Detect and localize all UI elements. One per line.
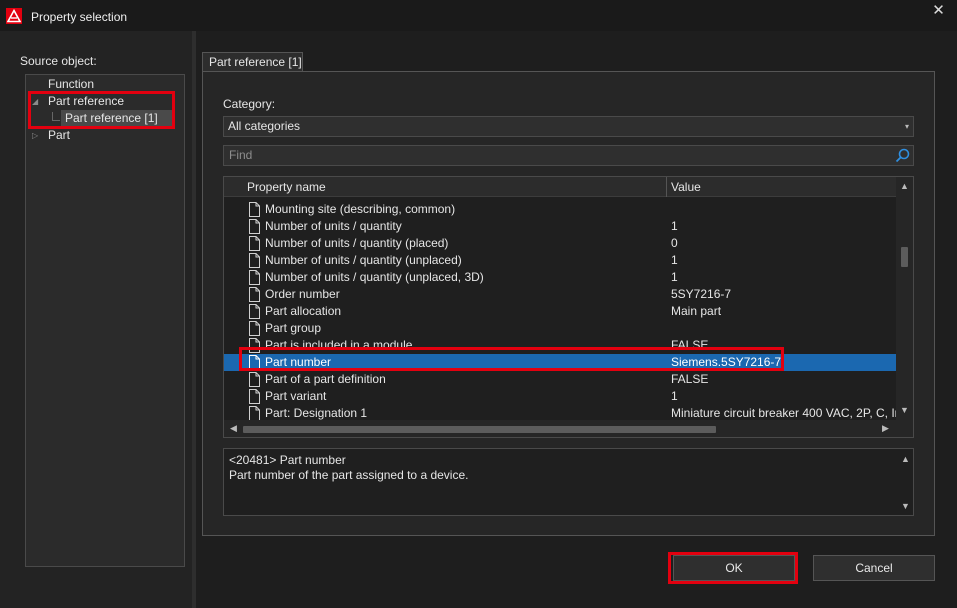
property-name: Part group	[265, 321, 322, 335]
find-placeholder: Find	[229, 148, 253, 162]
source-panel: Source object: Function ◢ Part reference…	[0, 31, 192, 608]
property-value: FALSE	[671, 338, 709, 352]
category-label: Category:	[223, 97, 276, 111]
description-text: Part number of the part assigned to a de…	[229, 468, 469, 482]
property-description: <20481> Part number Part number of the p…	[223, 448, 914, 516]
property-name: Number of units / quantity (unplaced, 3D…	[265, 270, 484, 284]
document-icon	[249, 321, 260, 336]
document-icon	[249, 338, 260, 353]
property-name: Number of units / quantity (placed)	[265, 236, 449, 250]
property-name: Number of units / quantity	[265, 219, 402, 233]
property-name: Part variant	[265, 389, 327, 403]
table-row[interactable]: Number of units / quantity (unplaced) 1	[224, 252, 896, 269]
scroll-up-icon[interactable]: ▲	[901, 454, 910, 464]
document-icon	[249, 202, 260, 217]
table-row[interactable]: Part of a part definition FALSE	[224, 371, 896, 388]
table-row[interactable]: Part is included in a module FALSE	[224, 337, 896, 354]
category-dropdown[interactable]: All categories ▾	[223, 116, 914, 137]
tree-item-part[interactable]: Part	[48, 127, 70, 144]
document-icon	[249, 253, 260, 268]
chevron-down-icon[interactable]: ▾	[905, 117, 909, 136]
table-row[interactable]: Part number Siemens.5SY7216-7	[224, 354, 896, 371]
property-name: Part: Designation 1	[265, 406, 368, 420]
ok-button[interactable]: OK	[673, 555, 795, 581]
property-value: 1	[671, 389, 678, 403]
table-row[interactable]: Order number 5SY7216-7	[224, 286, 896, 303]
tree-item-label: Function	[48, 77, 95, 91]
column-header-value[interactable]: Value	[671, 180, 701, 194]
grid-header: Property name Value	[224, 177, 896, 197]
property-value: Miniature circuit breaker 400 VAC, 2P, C…	[671, 406, 896, 420]
document-icon	[249, 287, 260, 302]
property-value: FALSE	[671, 372, 709, 386]
document-icon	[249, 270, 260, 285]
document-icon	[249, 406, 260, 420]
vertical-scrollbar[interactable]: ▲ ▼	[896, 177, 913, 420]
property-grid[interactable]: Property name Value Mounting site (descr…	[223, 176, 914, 438]
horizontal-scrollbar[interactable]: ◀ ▶	[224, 420, 913, 437]
property-name: Mounting site (describing, common)	[265, 202, 456, 216]
property-name: Order number	[265, 287, 340, 301]
document-icon	[249, 355, 260, 370]
title-bar: Property selection ✕	[0, 0, 957, 31]
table-row[interactable]: Number of units / quantity (unplaced, 3D…	[224, 269, 896, 286]
tree-item-label: Part reference	[48, 94, 125, 108]
scroll-down-icon[interactable]: ▼	[901, 501, 910, 511]
scroll-down-icon[interactable]: ▼	[900, 405, 909, 415]
source-tree[interactable]: Function ◢ Part reference Part reference…	[25, 74, 185, 567]
tab-part-reference-1[interactable]: Part reference [1]	[202, 52, 303, 72]
collapse-arrow-icon[interactable]: ◢	[32, 97, 38, 106]
document-icon	[249, 219, 260, 234]
app-logo-icon	[6, 8, 22, 24]
property-value: Siemens.5SY7216-7	[671, 355, 782, 369]
grid-rows: Mounting site (describing, common) Number…	[224, 197, 896, 420]
property-value: 1	[671, 219, 678, 233]
property-value: Main part	[671, 304, 722, 318]
property-name: Part number	[265, 355, 332, 369]
tree-item-function[interactable]: Function	[48, 76, 94, 93]
window-title: Property selection	[31, 10, 128, 24]
source-object-label: Source object:	[20, 54, 97, 68]
document-icon	[249, 236, 260, 251]
property-name: Part allocation	[265, 304, 342, 318]
scroll-left-icon[interactable]: ◀	[230, 423, 237, 434]
scroll-thumb[interactable]	[243, 426, 716, 433]
search-icon[interactable]	[895, 148, 910, 163]
scroll-up-icon[interactable]: ▲	[900, 181, 909, 191]
property-name: Part of a part definition	[265, 372, 386, 386]
property-value: 1	[671, 253, 678, 267]
description-title: <20481> Part number	[229, 453, 346, 467]
scroll-thumb[interactable]	[901, 247, 908, 267]
column-header-property-name[interactable]: Property name	[247, 180, 326, 194]
column-separator[interactable]	[666, 177, 667, 197]
table-row[interactable]: Part allocation Main part	[224, 303, 896, 320]
category-value: All categories	[228, 119, 301, 133]
document-icon	[249, 304, 260, 319]
table-row[interactable]: Part group	[224, 320, 896, 337]
expand-arrow-icon[interactable]: ▷	[32, 131, 38, 140]
document-icon	[249, 389, 260, 404]
table-row[interactable]: Mounting site (describing, common)	[224, 201, 896, 218]
table-row[interactable]: Part: Designation 1 Miniature circuit bre…	[224, 405, 896, 420]
property-name: Part is included in a module	[265, 338, 413, 352]
tree-connector	[52, 112, 60, 121]
cancel-button[interactable]: Cancel	[813, 555, 935, 581]
table-row[interactable]: Part variant 1	[224, 388, 896, 405]
tree-item-part-reference[interactable]: Part reference	[48, 93, 124, 110]
property-value: 0	[671, 236, 678, 250]
property-value: 5SY7216-7	[671, 287, 732, 301]
document-icon	[249, 372, 260, 387]
tree-item-label: Part	[48, 128, 71, 142]
property-value: 1	[671, 270, 678, 284]
find-input[interactable]: Find	[223, 145, 914, 166]
tree-item-part-reference-1[interactable]: Part reference [1]	[61, 110, 173, 127]
property-name: Number of units / quantity (unplaced)	[265, 253, 462, 267]
scroll-right-icon[interactable]: ▶	[882, 423, 889, 434]
table-row[interactable]: Number of units / quantity (placed) 0	[224, 235, 896, 252]
table-row[interactable]: Number of units / quantity 1	[224, 218, 896, 235]
close-icon[interactable]: ✕	[920, 0, 957, 24]
tree-item-label: Part reference [1]	[65, 111, 158, 125]
